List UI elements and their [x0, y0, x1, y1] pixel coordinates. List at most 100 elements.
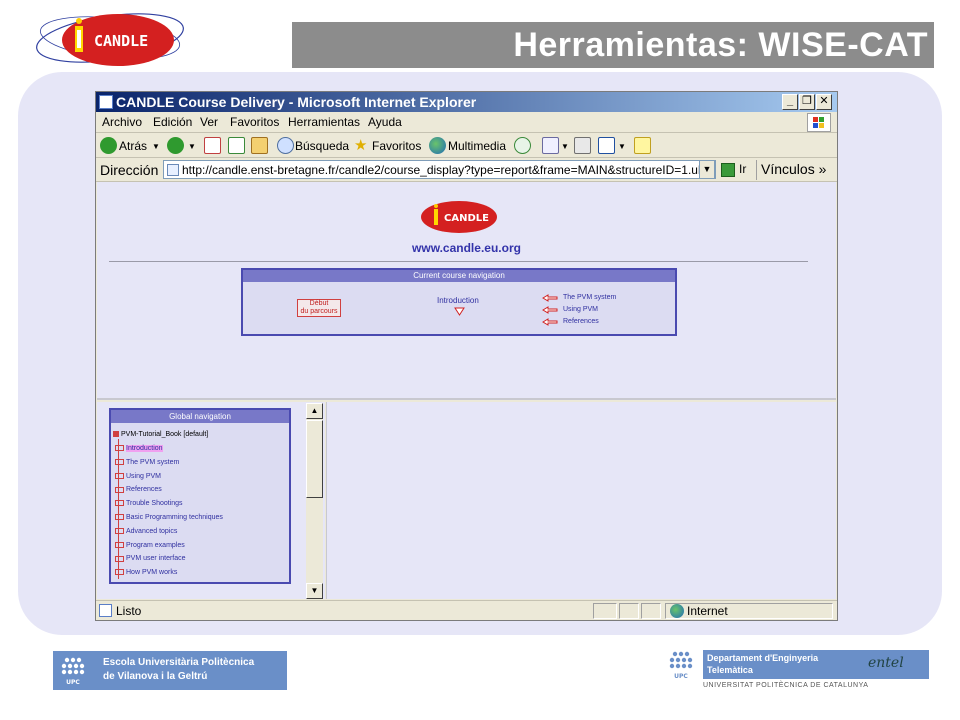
course-link-using-pvm[interactable]: Using PVM	[563, 306, 598, 313]
entel-logo: entel	[868, 655, 904, 671]
tree-item[interactable]: Advanced topics	[115, 528, 177, 535]
divider	[109, 261, 808, 262]
tree-item[interactable]: Trouble Shootings	[115, 500, 183, 507]
tree-item[interactable]: Using PVM	[115, 473, 161, 480]
upc-emblem-icon: UPC	[61, 657, 85, 686]
navigation-frame: Global navigation PVM-Tutorial_Book [def…	[97, 402, 325, 599]
messenger-note-icon[interactable]	[634, 137, 651, 154]
folder-icon	[115, 555, 124, 562]
scrollbar[interactable]: ▲ ▼	[306, 403, 323, 599]
tree-item-label: PVM user interface	[126, 555, 186, 563]
security-zone: Internet	[687, 604, 728, 618]
media-button[interactable]: Multimedia	[448, 139, 506, 153]
close-button[interactable]: ✕	[816, 94, 832, 110]
menu-ver[interactable]: Ver	[200, 115, 218, 129]
search-icon[interactable]	[277, 137, 294, 154]
tree-item[interactable]: How PVM works	[115, 569, 177, 576]
tree-item-label: References	[126, 486, 162, 494]
tree-collapse-icon[interactable]	[113, 431, 119, 438]
tree-root-label: PVM-Tutorial_Book [default]	[121, 431, 209, 438]
favorites-button[interactable]: Favoritos	[372, 139, 421, 153]
candle-page-logo-text: CANDLE	[444, 213, 489, 224]
go-arrow-icon[interactable]	[721, 163, 735, 177]
back-dropdown-icon[interactable]: ▼	[152, 142, 160, 151]
tree-item[interactable]: The PVM system	[115, 459, 179, 466]
mail-dropdown-icon[interactable]: ▼	[561, 142, 569, 151]
upc-emblem-icon: UPC	[669, 651, 693, 680]
edit-word-icon[interactable]	[598, 137, 615, 154]
candle-url-link[interactable]: www.candle.eu.org	[97, 241, 836, 255]
tree-item-label: How PVM works	[126, 569, 178, 577]
menu-herramientas[interactable]: Herramientas	[288, 115, 360, 129]
current-node-icon	[454, 307, 465, 316]
candle-logo: CANDLE	[36, 13, 184, 66]
window-titlebar[interactable]: CANDLE Course Delivery - Microsoft Inter…	[96, 92, 837, 112]
course-navigation-panel: Current course navigation Début du parco…	[241, 268, 677, 336]
scroll-down-icon[interactable]: ▼	[306, 583, 323, 599]
back-button[interactable]: Atrás	[119, 139, 147, 153]
address-dropdown-icon[interactable]: ▼	[699, 160, 715, 179]
status-cell	[593, 603, 617, 619]
tree-item-label: Program examples	[126, 541, 185, 549]
eupvg-line-2: de Vilanova i la Geltrú	[103, 671, 208, 682]
course-link-references[interactable]: References	[563, 318, 599, 325]
refresh-icon[interactable]	[228, 137, 245, 154]
eupvg-logo: UPC Escola Universitària Politècnica de …	[53, 651, 287, 690]
history-icon[interactable]	[514, 137, 531, 154]
forward-arrow-icon[interactable]	[167, 137, 184, 154]
status-cell	[641, 603, 661, 619]
back-arrow-icon[interactable]	[100, 137, 117, 154]
course-link-pvm-system[interactable]: The PVM system	[563, 294, 616, 301]
status-text: Listo	[116, 604, 142, 618]
ie-app-icon	[99, 95, 113, 109]
status-bar: Listo Internet	[96, 600, 837, 620]
media-globe-icon[interactable]	[429, 137, 446, 154]
debut-line-2: du parcours	[300, 308, 338, 315]
home-icon[interactable]	[251, 137, 268, 154]
internet-globe-icon	[670, 604, 684, 618]
minimize-button[interactable]: _	[782, 94, 798, 110]
scroll-up-icon[interactable]: ▲	[306, 403, 323, 419]
links-button[interactable]: Vínculos »	[761, 161, 826, 177]
candle-logo-text: CANDLE	[94, 32, 148, 50]
mail-icon[interactable]	[542, 137, 559, 154]
link-arrow-icon	[542, 306, 558, 314]
upc-emblem-text: UPC	[674, 673, 688, 680]
links-separator	[756, 160, 757, 180]
tree-item[interactable]: Introduction	[115, 445, 163, 452]
folder-icon	[115, 569, 124, 576]
candle-page-logo: CANDLE	[421, 201, 497, 233]
menu-edicion[interactable]: Edición	[153, 115, 192, 129]
folder-icon	[115, 500, 124, 507]
menu-favoritos[interactable]: Favoritos	[230, 115, 279, 129]
menu-ayuda[interactable]: Ayuda	[368, 115, 402, 129]
debut-parcours-button[interactable]: Début du parcours	[297, 299, 341, 317]
menu-archivo[interactable]: Archivo	[102, 115, 142, 129]
stop-icon[interactable]	[204, 137, 221, 154]
global-navigation-header: Global navigation	[111, 410, 289, 423]
link-arrow-icon	[542, 294, 558, 302]
scroll-thumb[interactable]	[306, 420, 323, 498]
edit-dropdown-icon[interactable]: ▼	[618, 142, 626, 151]
search-button[interactable]: Búsqueda	[295, 139, 349, 153]
global-navigation-panel: Global navigation PVM-Tutorial_Book [def…	[109, 408, 291, 584]
eupvg-line-1: Escola Universitària Politècnica	[103, 657, 255, 668]
tree-item[interactable]: Basic Programming techniques	[115, 514, 223, 521]
tree-item[interactable]: Program examples	[115, 542, 185, 549]
course-navigation-header: Current course navigation	[243, 270, 675, 282]
restore-button[interactable]: ❐	[799, 94, 815, 110]
tree-item[interactable]: PVM user interface	[115, 555, 186, 562]
folder-icon	[115, 541, 124, 548]
forward-dropdown-icon[interactable]: ▼	[188, 142, 196, 151]
favorites-star-icon[interactable]: ★	[354, 136, 367, 154]
tree-root[interactable]: PVM-Tutorial_Book [default]	[113, 431, 208, 438]
det-line-1: Departament d'Enginyeria	[707, 653, 819, 663]
tree-item-label: Basic Programming techniques	[126, 514, 223, 521]
address-input[interactable]: http://candle.enst-bretagne.fr/candle2/c…	[163, 160, 716, 179]
go-button[interactable]: Ir	[739, 162, 746, 176]
chevron-right-icon: »	[818, 161, 827, 177]
address-label: Dirección	[100, 162, 159, 178]
tree-item[interactable]: References	[115, 486, 162, 493]
print-icon[interactable]	[574, 137, 591, 154]
det-line-2: Telemàtica	[707, 665, 753, 675]
